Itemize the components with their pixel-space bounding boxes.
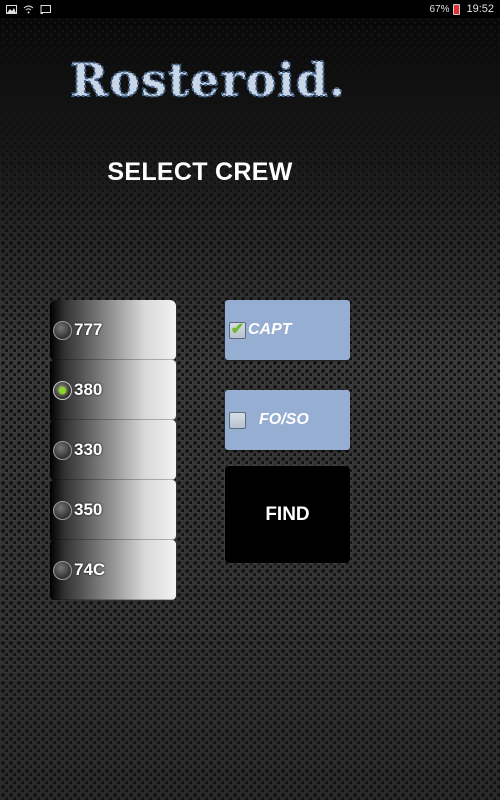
app-logo: Rosteroid.: [69, 56, 346, 106]
aircraft-option-label: 330: [74, 440, 103, 459]
aircraft-option-label: 350: [74, 500, 103, 519]
battery-icon: [453, 3, 461, 15]
clock: 19:52: [466, 3, 494, 15]
radio-button[interactable]: [53, 320, 72, 340]
radio-button[interactable]: [53, 500, 72, 520]
aircraft-option-74c[interactable]: 74C: [50, 540, 176, 600]
checkbox-checked[interactable]: ✔: [229, 321, 246, 339]
radio-selected-dot: [59, 386, 66, 394]
aircraft-option-label: 777: [74, 320, 103, 339]
find-button[interactable]: FIND: [225, 466, 350, 563]
aircraft-option-label: 74C: [74, 560, 106, 579]
cast-icon: [40, 4, 51, 14]
aircraft-radio-group: 777 380 330 350 74C: [50, 300, 176, 600]
image-icon: [6, 4, 17, 14]
aircraft-option-380[interactable]: 380: [50, 360, 176, 420]
battery-percent: 67%: [429, 3, 450, 15]
checkbox-unchecked[interactable]: [229, 411, 246, 429]
aircraft-option-330[interactable]: 330: [50, 420, 176, 480]
aircraft-option-350[interactable]: 350: [50, 480, 176, 540]
aircraft-option-label: 380: [74, 380, 103, 399]
radio-button[interactable]: [53, 440, 72, 460]
checkmark-icon: ✔: [230, 321, 245, 338]
capt-label: CAPT: [248, 321, 292, 338]
status-bar: 67% 19:52: [0, 0, 500, 18]
page-title: SELECT CREW: [107, 158, 293, 186]
foso-label: FO/SO: [259, 411, 309, 428]
radio-button[interactable]: [53, 560, 72, 580]
wifi-icon: [23, 5, 34, 13]
radio-button-selected[interactable]: [53, 380, 72, 400]
app-logo-text: Rosteroid.: [70, 56, 346, 106]
capt-checkbox-button[interactable]: ✔ CAPT: [225, 300, 350, 360]
foso-checkbox-button[interactable]: FO/SO: [225, 390, 350, 450]
aircraft-option-777[interactable]: 777: [50, 300, 176, 360]
